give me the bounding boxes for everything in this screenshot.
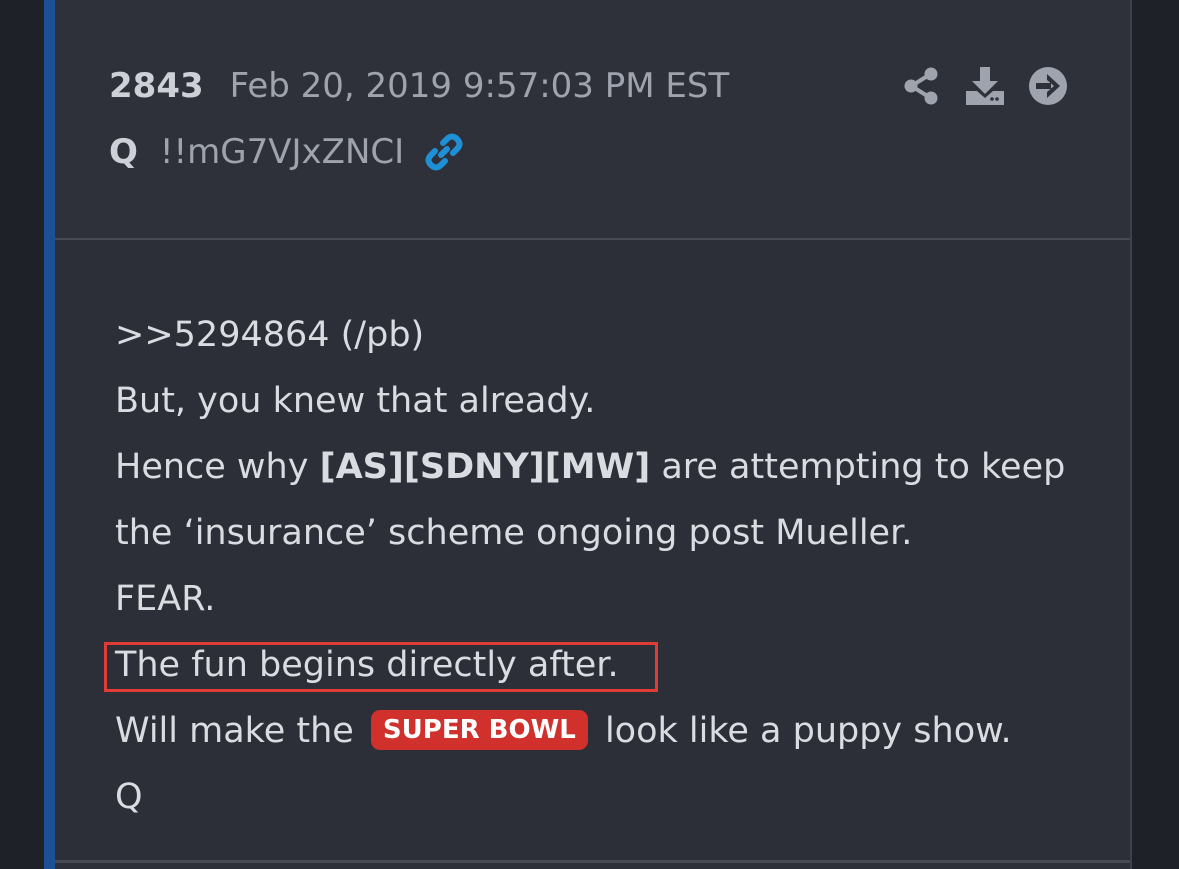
body-text: Hence why [115, 447, 320, 487]
post-header: 2843 Feb 20, 2019 9:57:03 PM EST Q !!mG7… [55, 0, 1130, 238]
post-meta-row: 2843 Feb 20, 2019 9:57:03 PM EST [109, 62, 729, 110]
post-card: 2843 Feb 20, 2019 9:57:03 PM EST Q !!mG7… [55, 0, 1132, 869]
page: 2843 Feb 20, 2019 9:57:03 PM EST Q !!mG7… [0, 0, 1179, 869]
signature: Q [115, 777, 143, 817]
author-name: Q [109, 132, 138, 172]
body-line: But, you knew that already. [115, 381, 596, 421]
author-row: Q !!mG7VJxZNCI [109, 128, 466, 176]
download-icon[interactable] [964, 65, 1006, 107]
body-text: look like a puppy show. [593, 711, 1012, 751]
arrow-right-circle-icon[interactable] [1027, 65, 1069, 107]
body-line: FEAR. [115, 579, 216, 619]
body-bottom-divider [55, 860, 1130, 863]
reply-reference: >>5294864 (/pb) [115, 315, 425, 355]
body-line: Will make the SUPER BOWL look like a pup… [115, 709, 1012, 753]
body-text: are attempting to keep [650, 447, 1066, 487]
post-body: >>5294864 (/pb) But, you knew that alrea… [55, 240, 1130, 860]
link-icon[interactable] [422, 130, 466, 174]
post-accent-bar [44, 0, 55, 869]
bold-text: [AS][SDNY][MW] [319, 447, 651, 487]
body-line: the ‘insurance’ scheme ongoing post Muel… [115, 513, 913, 553]
post-number: 2843 [109, 66, 204, 106]
post-actions [901, 62, 1069, 110]
body-line: Hence why [AS][SDNY][MW] are attempting … [115, 445, 1065, 489]
highlighted-line: The fun begins directly after. [115, 645, 619, 685]
post-date: Feb 20, 2019 9:57:03 PM EST [229, 66, 730, 106]
tripcode: !!mG7VJxZNCI [159, 132, 405, 172]
share-icon[interactable] [901, 65, 943, 107]
body-text: Will make the [115, 711, 365, 751]
super-bowl-badge: SUPER BOWL [370, 710, 588, 750]
